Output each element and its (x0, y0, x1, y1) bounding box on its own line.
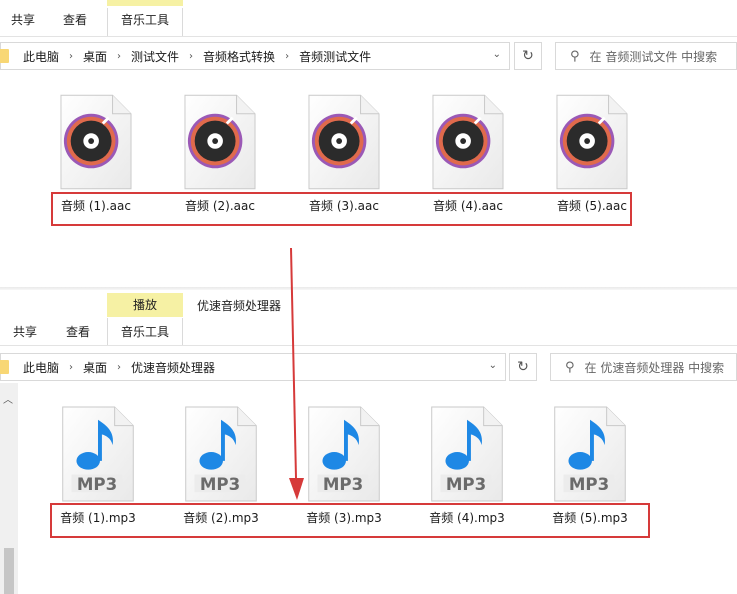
bottom-highlight-box (50, 503, 650, 538)
search-icon: ⚲ (565, 359, 575, 375)
bottom-address-bar[interactable]: 此电脑 › 桌面 › 优速音频处理器 ⌄ (0, 353, 506, 381)
breadcrumb-item[interactable]: 此电脑 (23, 48, 59, 65)
top-file-pane (0, 74, 737, 286)
aac-disc-icon[interactable] (60, 94, 132, 190)
aac-disc-icon[interactable] (308, 94, 380, 190)
app-title: 优速音频处理器 (197, 299, 282, 313)
search-icon: ⚲ (570, 48, 580, 64)
chevron-up-icon[interactable]: ︿ (3, 391, 13, 406)
top-address-bar[interactable]: 此电脑 › 桌面 › 测试文件 › 音频格式转换 › 音频测试文件 ⌄ (0, 42, 510, 70)
tab-music-tools[interactable]: 音乐工具 (107, 8, 183, 36)
breadcrumb-item[interactable]: 桌面 (83, 359, 107, 376)
bottom-file-pane: MP3 MP3 MP3 MP3 MP3 (18, 386, 737, 594)
mp3-badge: MP3 (446, 475, 486, 494)
chevron-right-icon[interactable]: › (189, 51, 193, 62)
breadcrumb-item[interactable]: 桌面 (83, 48, 107, 65)
top-search-input[interactable]: ⚲ 在 音频测试文件 中搜索 (555, 42, 737, 70)
mp3-note-icon[interactable]: MP3 (429, 406, 505, 502)
mp3-badge: MP3 (569, 475, 609, 494)
ribbon-divider (0, 345, 737, 346)
tab-view[interactable]: 查看 (52, 8, 98, 32)
breadcrumb-item[interactable]: 音频测试文件 (299, 48, 371, 65)
breadcrumb-item[interactable]: 测试文件 (131, 48, 179, 65)
folder-icon (0, 49, 9, 63)
scrollbar-thumb[interactable] (4, 548, 14, 594)
refresh-button[interactable]: ↻ (514, 42, 542, 70)
search-placeholder: 在 优速音频处理器 中搜索 (584, 360, 725, 375)
chevron-right-icon[interactable]: › (69, 51, 73, 62)
vertical-scrollbar[interactable]: ︿ (0, 383, 18, 594)
mp3-note-icon[interactable]: MP3 (552, 406, 628, 502)
tab-share[interactable]: 共享 (0, 8, 46, 32)
refresh-button[interactable]: ↻ (509, 353, 537, 381)
aac-disc-icon[interactable] (432, 94, 504, 190)
mp3-note-icon[interactable]: MP3 (183, 406, 259, 502)
chevron-right-icon[interactable]: › (117, 51, 121, 62)
tab-share[interactable]: 共享 (0, 320, 50, 344)
mp3-badge: MP3 (323, 475, 363, 494)
bottom-ribbon: 播放 优速音频处理器 共享 查看 音乐工具 (0, 290, 737, 346)
tab-view[interactable]: 查看 (54, 320, 102, 344)
breadcrumb-item[interactable]: 优速音频处理器 (131, 359, 215, 376)
top-ribbon: 共享 查看 音乐工具 (0, 0, 737, 37)
breadcrumb-item[interactable]: 音频格式转换 (203, 48, 275, 65)
search-placeholder: 在 音频测试文件 中搜索 (589, 49, 718, 64)
folder-icon (0, 360, 9, 374)
chevron-right-icon[interactable]: › (117, 362, 121, 373)
breadcrumb-item[interactable]: 此电脑 (23, 359, 59, 376)
chevron-right-icon[interactable]: › (69, 362, 73, 373)
chevron-down-icon[interactable]: ⌄ (489, 360, 497, 371)
bottom-search-input[interactable]: ⚲ 在 优速音频处理器 中搜索 (550, 353, 737, 381)
mp3-badge: MP3 (77, 475, 117, 494)
context-tab-play[interactable]: 播放 (107, 293, 183, 317)
aac-disc-icon[interactable] (184, 94, 256, 190)
aac-disc-icon[interactable] (556, 94, 628, 190)
chevron-right-icon[interactable]: › (285, 51, 289, 62)
mp3-note-icon[interactable]: MP3 (60, 406, 136, 502)
chevron-down-icon[interactable]: ⌄ (493, 49, 501, 60)
top-highlight-box (51, 192, 632, 226)
ribbon-divider (0, 36, 737, 37)
tab-music-tools[interactable]: 音乐工具 (107, 318, 183, 346)
top-context-tab-header (107, 0, 183, 6)
mp3-badge: MP3 (200, 475, 240, 494)
mp3-note-icon[interactable]: MP3 (306, 406, 382, 502)
